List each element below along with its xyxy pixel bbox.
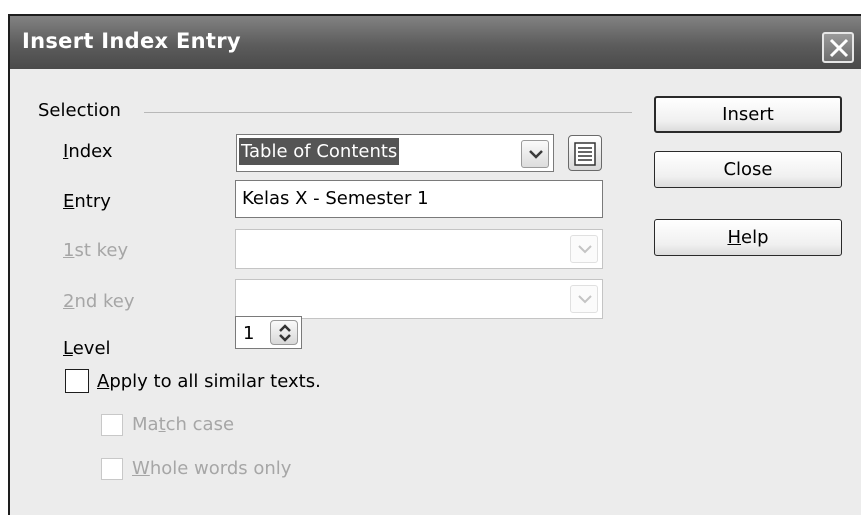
entry-label: Entry xyxy=(63,191,111,212)
entry-input[interactable]: Kelas X - Semester 1 xyxy=(235,180,603,218)
whole-words-label: Whole words only xyxy=(132,458,292,479)
level-label: Level xyxy=(63,338,111,359)
dialog-title: Insert Index Entry xyxy=(22,29,241,53)
second-key-dropdown-button[interactable] xyxy=(570,285,598,313)
second-key-select[interactable] xyxy=(235,279,603,319)
close-x-icon xyxy=(829,38,849,58)
index-dropdown-button[interactable] xyxy=(521,140,549,168)
first-key-dropdown-button[interactable] xyxy=(570,235,598,263)
index-label: Index xyxy=(63,141,113,162)
level-spin-button[interactable] xyxy=(270,320,298,345)
insert-index-entry-dialog: Insert Index Entry Selection Index Table… xyxy=(8,14,861,515)
match-case-label: Match case xyxy=(132,414,235,435)
insert-button[interactable]: Insert xyxy=(654,96,842,133)
close-window-button[interactable] xyxy=(822,32,854,63)
new-user-index-button[interactable] xyxy=(568,135,602,171)
chevron-down-icon xyxy=(529,150,543,159)
apply-all-label: Apply to all similar texts. xyxy=(97,371,321,392)
match-case-checkbox[interactable] xyxy=(101,414,123,436)
chevron-down-icon xyxy=(578,295,592,304)
first-key-select[interactable] xyxy=(235,229,603,269)
entry-input-value: Kelas X - Semester 1 xyxy=(242,188,429,209)
help-button[interactable]: Help xyxy=(654,219,842,256)
level-spinner[interactable]: 1 xyxy=(235,316,302,349)
second-key-label: 2nd key xyxy=(63,291,135,312)
group-separator xyxy=(144,112,632,113)
index-list-icon xyxy=(574,142,596,166)
chevron-down-icon xyxy=(578,245,592,254)
apply-all-checkbox[interactable] xyxy=(65,369,89,393)
level-value: 1 xyxy=(243,323,255,344)
whole-words-checkbox[interactable] xyxy=(101,458,123,480)
index-select-value: Table of Contents xyxy=(239,138,400,165)
spin-up-down-icon xyxy=(279,324,291,342)
first-key-label: 1st key xyxy=(63,240,129,261)
selection-group-label: Selection xyxy=(38,100,121,121)
close-button[interactable]: Close xyxy=(654,151,842,188)
title-bar: Insert Index Entry xyxy=(10,16,861,69)
index-select[interactable]: Table of Contents xyxy=(236,134,554,172)
